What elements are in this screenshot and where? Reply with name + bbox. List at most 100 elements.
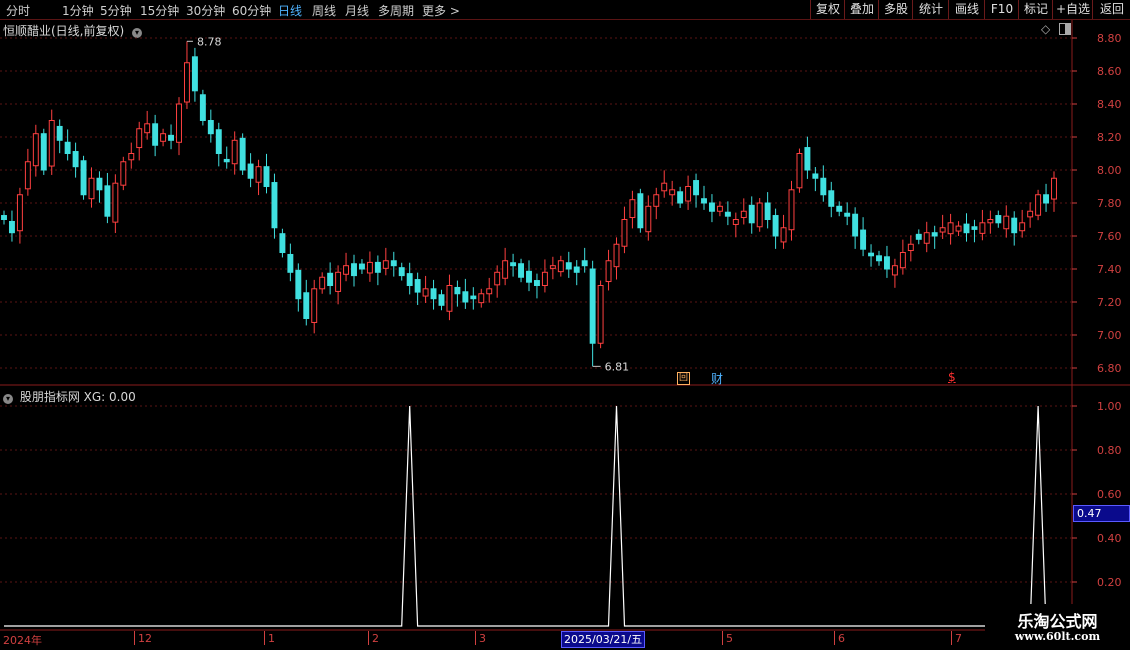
price-tick-label: 7.40 xyxy=(1097,263,1122,276)
marker-cai[interactable]: 财 xyxy=(711,370,723,387)
candle-body xyxy=(176,103,182,143)
candle-body xyxy=(732,219,739,225)
candle-body xyxy=(32,133,39,167)
candles xyxy=(1,41,1057,367)
marker-dollar[interactable]: $ xyxy=(948,370,956,384)
date-label-2024: 2024年 xyxy=(3,634,42,647)
candle-body xyxy=(422,288,429,297)
candle-body xyxy=(677,191,684,204)
candle-body xyxy=(716,205,723,212)
candle-body xyxy=(573,266,580,273)
candle-body xyxy=(446,285,453,312)
candle-body xyxy=(64,141,71,154)
candle-body xyxy=(915,233,922,240)
indicator-value-box: 0.47 xyxy=(1073,505,1130,522)
date-label-12: 12 xyxy=(138,632,152,645)
price-tick-label: 6.80 xyxy=(1097,362,1122,375)
date-axis: 2024年 12 1 2 3 2025/03/21/五 5 6 7 xyxy=(0,631,1072,650)
high-label: 8.78 xyxy=(197,35,222,48)
candle-body xyxy=(502,260,509,279)
marker-hui[interactable]: 回 xyxy=(677,372,690,385)
candle-body xyxy=(199,94,206,122)
candle-body xyxy=(327,272,334,287)
candle-body xyxy=(438,294,445,306)
candle-body xyxy=(748,204,755,224)
candle-body xyxy=(311,288,318,323)
date-label-2: 2 xyxy=(372,632,379,645)
candle-body xyxy=(8,220,15,234)
candle-body xyxy=(390,260,397,267)
candle-body xyxy=(844,212,851,217)
candle-body xyxy=(661,182,668,192)
candle-body xyxy=(1011,217,1018,234)
candle-body xyxy=(565,262,572,270)
candle-body xyxy=(669,189,676,196)
candle-body xyxy=(183,62,190,103)
candle-body xyxy=(740,210,747,219)
chevron-down-icon[interactable]: ▾ xyxy=(3,394,13,404)
price-tick-label: 8.60 xyxy=(1097,65,1122,78)
candle-body xyxy=(645,205,652,233)
candle-body xyxy=(454,286,461,295)
candle-body xyxy=(804,147,811,171)
candle-body xyxy=(303,292,310,320)
candle-body xyxy=(152,123,159,146)
candle-body xyxy=(144,123,151,134)
candle-body xyxy=(128,153,135,161)
candle-body xyxy=(207,120,214,135)
candle-body xyxy=(605,260,612,283)
candle-body xyxy=(971,226,978,230)
candle-body xyxy=(939,227,946,233)
candle-body xyxy=(931,232,938,237)
candle-body xyxy=(160,133,167,142)
candle-body xyxy=(96,177,103,191)
price-tick-label: 7.60 xyxy=(1097,230,1122,243)
candle-body xyxy=(1027,210,1034,218)
candle-body xyxy=(526,270,532,283)
candle-body xyxy=(772,215,779,237)
candle-body xyxy=(541,271,548,286)
price-tick-label: 8.80 xyxy=(1097,32,1122,45)
candle-body xyxy=(80,160,87,196)
indicator-tick-label: 1.00 xyxy=(1097,400,1122,413)
candle-body xyxy=(987,219,994,224)
candle-body xyxy=(358,263,365,270)
main-grid xyxy=(0,37,1072,369)
candle-body xyxy=(899,252,906,269)
candle-body xyxy=(40,133,47,171)
candle-body xyxy=(494,271,501,286)
candle-body xyxy=(319,276,326,290)
indicator-axis: 1.00 0.80 0.60 0.40 0.20 xyxy=(1072,400,1122,589)
candle-body xyxy=(629,199,636,219)
candle-body xyxy=(486,288,493,295)
candle-body xyxy=(812,173,819,179)
candle-body xyxy=(279,233,286,254)
candle-body xyxy=(923,232,930,244)
date-label-3: 3 xyxy=(479,632,486,645)
candle-body xyxy=(836,205,843,212)
indicator-tick-label: 0.60 xyxy=(1097,488,1122,501)
indicator-tick-label: 0.40 xyxy=(1097,532,1122,545)
candle-body xyxy=(780,227,787,243)
price-tick-label: 8.40 xyxy=(1097,98,1122,111)
candle-body xyxy=(637,193,644,229)
candle-body xyxy=(374,261,381,273)
candle-body xyxy=(557,260,564,273)
candle-body xyxy=(621,219,628,247)
candle-body xyxy=(653,194,660,207)
indicator-panel-title: 股朋指标网 XG: 0.00 xyxy=(19,390,136,404)
candle-body xyxy=(406,273,413,286)
price-tick-label: 7.00 xyxy=(1097,329,1122,342)
candle-body xyxy=(724,211,731,217)
candle-body xyxy=(1,215,7,220)
candle-body xyxy=(860,229,867,250)
candle-body xyxy=(955,225,962,232)
candle-body xyxy=(271,182,278,229)
indicator-panel-header: ▾ 股朋指标网 XG: 0.00 xyxy=(3,388,136,405)
low-label: 6.81 xyxy=(605,360,630,373)
candle-body xyxy=(478,293,485,304)
candle-body xyxy=(239,137,246,171)
indicator-grid xyxy=(0,405,1072,583)
candle-body xyxy=(136,128,143,149)
candle-body xyxy=(852,213,859,237)
